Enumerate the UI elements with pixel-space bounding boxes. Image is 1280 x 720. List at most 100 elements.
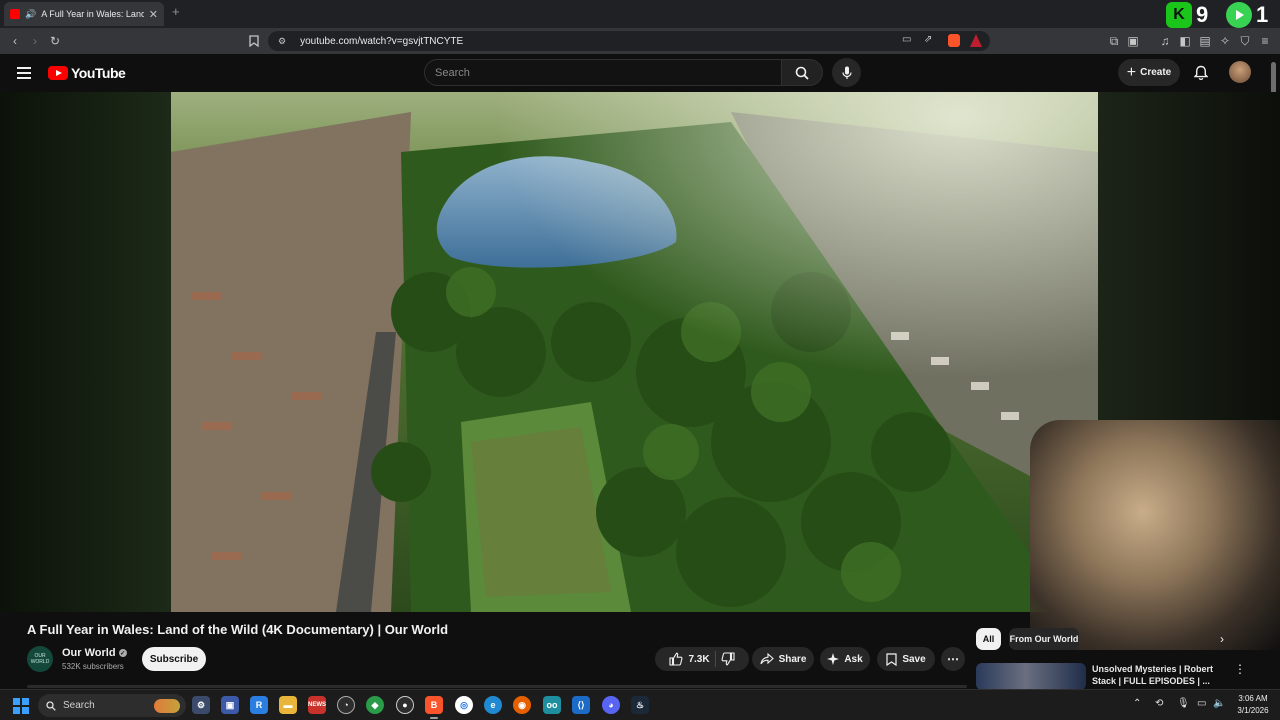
video-frame[interactable] [171, 92, 1098, 612]
tray-mic-icon[interactable]: 🎙 [1177, 698, 1190, 709]
voice-search-button[interactable] [832, 58, 861, 87]
browser-toolbar: ‹ › ↻ ⚙ youtube.com/watch?v=gsvjtTNCYTE … [0, 28, 1280, 54]
kick-icon: K [1166, 2, 1192, 28]
brave-shield-icon[interactable] [948, 34, 960, 47]
share-button[interactable]: Share [752, 647, 814, 671]
tab-title: A Full Year in Wales: Land of t [41, 9, 144, 19]
vpn-icon[interactable]: ⛉ [1237, 33, 1253, 49]
youtube-favicon-icon [10, 9, 20, 19]
like-divider [714, 651, 716, 667]
app-r-icon[interactable]: R [250, 696, 268, 714]
new-tab-icon[interactable]: + [172, 4, 180, 19]
search-button[interactable] [781, 59, 823, 86]
forward-icon[interactable]: › [27, 33, 43, 49]
youtube-play-icon [48, 66, 68, 80]
more-actions-button[interactable]: ⋯ [941, 647, 965, 671]
close-tab-icon[interactable]: ✕ [149, 8, 158, 21]
channel-avatar[interactable]: OUR WORLD [27, 646, 53, 672]
extensions-icon[interactable]: ⧉ [1106, 33, 1122, 49]
edge-icon[interactable]: e [484, 696, 502, 714]
brave-rewards-icon[interactable] [970, 34, 982, 47]
browser-tab-youtube[interactable]: 🔊 A Full Year in Wales: Land of t ✕ [4, 2, 164, 26]
windows-taskbar: Search ⚙ ▣ R ▬ NEWS ◔ ◆ ● B ◎ e ◉ oo ⟨⟩ … [0, 689, 1280, 720]
recommendation-thumbnail[interactable] [976, 663, 1086, 690]
media-icon[interactable]: ♫ [1157, 33, 1173, 49]
brave-browser-icon[interactable]: B [425, 696, 443, 719]
recommendation-menu-icon[interactable]: ⋮ [1234, 662, 1246, 676]
microphone-icon [841, 66, 852, 79]
chip-from-our-world[interactable]: From Our World [1009, 628, 1079, 650]
tray-overflow-icon[interactable]: ⌃ [1133, 698, 1141, 709]
taskbar-clock[interactable]: 3:06 AM 3/1/2026 [1232, 693, 1274, 717]
taskbar-search-icon [46, 700, 56, 711]
dislike-button[interactable] [721, 652, 735, 666]
share-page-icon[interactable]: ⇗ [924, 34, 932, 45]
create-label: Create [1140, 67, 1172, 78]
task-view-icon[interactable]: ⚙ [192, 696, 210, 714]
like-count: 7.3K [688, 653, 710, 665]
ambient-glow-left [0, 92, 171, 612]
more-horizontal-icon: ⋯ [947, 652, 959, 666]
menu-icon[interactable]: ≡ [1257, 33, 1273, 49]
channel-name-text: Our World [62, 647, 116, 659]
account-avatar[interactable] [1229, 61, 1251, 83]
news-app-icon[interactable]: NEWS [308, 696, 326, 714]
tray-sync-icon[interactable]: ⟲ [1155, 698, 1163, 709]
site-info-icon[interactable]: ⚙ [278, 36, 286, 47]
address-bar[interactable]: ⚙ youtube.com/watch?v=gsvjtTNCYTE ▭ ⇗ [268, 31, 990, 51]
description-box-edge [27, 685, 967, 688]
save-bookmark-icon [886, 652, 897, 666]
search-highlight-icon [154, 698, 180, 713]
tray-network-icon[interactable]: ▭ [1197, 698, 1206, 709]
create-button[interactable]: + Create [1118, 59, 1180, 86]
taskbar-search[interactable]: Search [38, 694, 186, 717]
wallet-icon[interactable]: ▣ [1125, 33, 1141, 49]
chevron-right-icon[interactable]: › [1220, 632, 1224, 646]
back-icon[interactable]: ‹ [7, 33, 23, 49]
guide-menu-icon[interactable] [17, 67, 31, 79]
steam-icon[interactable]: ♨ [631, 696, 649, 714]
like-button[interactable]: 7.3K [669, 652, 710, 666]
speaker-icon[interactable]: 🔊 [25, 9, 36, 20]
ask-button[interactable]: Ask [820, 647, 870, 671]
leo-ai-icon[interactable]: ✧ [1217, 33, 1233, 49]
subscriber-count: 532K subscribers [62, 662, 124, 671]
taskbar-search-label: Search [63, 700, 95, 711]
green-shield-app-icon[interactable]: ◆ [366, 696, 384, 714]
youtube-logo[interactable]: YouTube [48, 65, 126, 81]
windows-start-icon[interactable] [13, 698, 29, 714]
aerial-town-lake-image [171, 92, 1098, 612]
vscode-icon[interactable]: ⟨⟩ [572, 696, 590, 714]
share-arrow-icon [760, 653, 774, 665]
tray-volume-icon[interactable]: 🔈 [1213, 698, 1225, 709]
cast-icon[interactable]: ▭ [902, 34, 911, 45]
chip-all[interactable]: All [976, 628, 1001, 650]
wallet2-icon[interactable]: ▤ [1197, 33, 1213, 49]
subscribe-button[interactable]: Subscribe [142, 647, 206, 671]
firefox-icon[interactable]: ◉ [513, 696, 531, 714]
discord-icon[interactable]: ◕ [602, 696, 620, 714]
clock-date: 3/1/2026 [1237, 706, 1269, 715]
channel-name[interactable]: Our World ✓ [62, 647, 127, 659]
sidebar-toggle-icon[interactable]: ◧ [1177, 33, 1193, 49]
ask-label: Ask [844, 653, 863, 665]
thumbs-down-icon [721, 652, 735, 666]
chrome-icon[interactable]: ◎ [455, 696, 473, 714]
save-button[interactable]: Save [877, 647, 935, 671]
score-green-value: 9 [1196, 2, 1209, 27]
verified-check-icon: ✓ [118, 649, 127, 657]
app-blue-icon[interactable]: ▣ [221, 696, 239, 714]
youtube-logo-text: YouTube [71, 65, 126, 81]
bookmark-icon[interactable] [246, 33, 262, 49]
webcam-overlay [1030, 420, 1280, 650]
sparkle-icon [827, 653, 840, 665]
search-input[interactable]: Search [424, 59, 782, 86]
reload-icon[interactable]: ↻ [47, 33, 63, 49]
file-explorer-icon[interactable]: ▬ [279, 696, 297, 714]
recommendation-title[interactable]: Unsolved Mysteries | Robert Stack | FULL… [1092, 663, 1222, 687]
github-app-icon[interactable]: ● [396, 696, 414, 714]
notifications-button[interactable] [1190, 62, 1212, 84]
app-oo-icon[interactable]: oo [543, 696, 561, 714]
clock-app-icon[interactable]: ◔ [337, 696, 355, 714]
share-label: Share [778, 653, 807, 665]
